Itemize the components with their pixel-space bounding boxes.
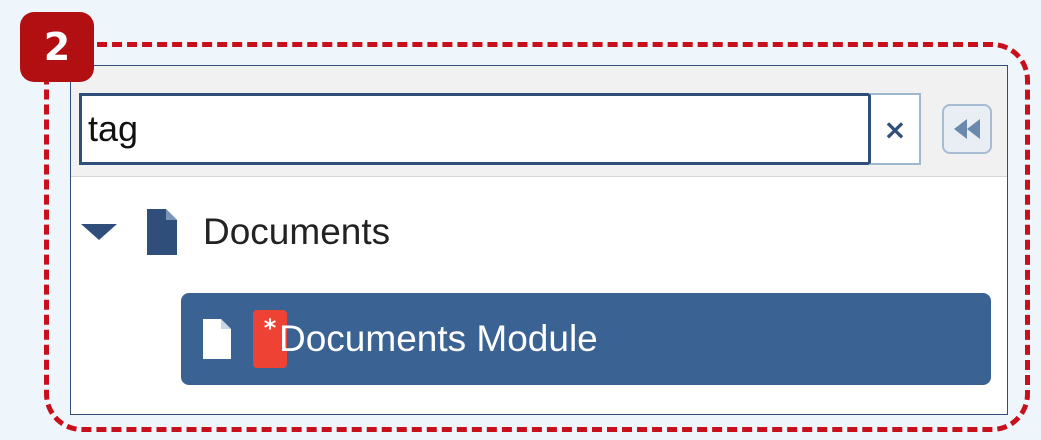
tree-view: Documents * Documents Module bbox=[71, 177, 1007, 414]
collapse-panel-button[interactable] bbox=[942, 104, 992, 154]
tree-node-label: Documents Module bbox=[279, 318, 598, 359]
clear-icon: × bbox=[883, 112, 907, 146]
child-icon-wrap bbox=[203, 319, 231, 359]
screenshot-canvas: 2 × Documents bbox=[0, 0, 1041, 440]
document-icon bbox=[147, 209, 177, 255]
search-toolbar: × bbox=[71, 66, 1007, 177]
document-icon bbox=[203, 319, 231, 359]
tree-node-label: Documents bbox=[203, 211, 391, 252]
tree-panel: × Documents bbox=[70, 65, 1008, 415]
tree-node-documents-module[interactable]: * Documents Module bbox=[181, 293, 991, 385]
clear-search-button[interactable]: × bbox=[868, 93, 921, 165]
caret-down-icon[interactable] bbox=[81, 224, 117, 240]
search-input[interactable] bbox=[79, 93, 871, 165]
double-chevron-left-icon bbox=[954, 119, 980, 139]
tree-node-documents[interactable]: Documents bbox=[79, 197, 579, 267]
step-number-badge: 2 bbox=[20, 12, 94, 82]
